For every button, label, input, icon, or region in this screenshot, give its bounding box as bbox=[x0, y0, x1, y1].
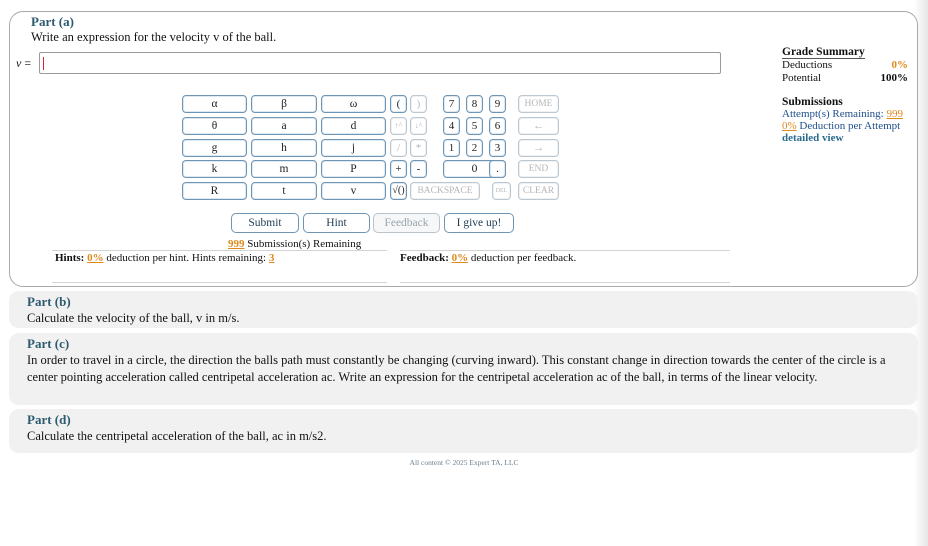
key-7[interactable]: 7 bbox=[443, 95, 460, 113]
key-minus[interactable]: - bbox=[410, 160, 427, 178]
key-sqrt[interactable]: √() bbox=[390, 182, 407, 200]
key-k[interactable]: k bbox=[182, 160, 247, 178]
hints-text: deduction per hint. Hints remaining: bbox=[103, 252, 269, 264]
key-a[interactable]: a bbox=[251, 117, 317, 135]
part-c-title: Part (c) bbox=[27, 336, 70, 351]
part-c-text: In order to travel in a circle, the dire… bbox=[27, 353, 886, 384]
key-4[interactable]: 4 bbox=[443, 117, 460, 135]
feedback-label: Feedback: bbox=[400, 252, 449, 264]
part-d-text: Calculate the centripetal acceleration o… bbox=[27, 429, 327, 443]
feedback-text: deduction per feedback. bbox=[468, 252, 577, 264]
part-d-panel[interactable]: Part (d) Calculate the centripetal accel… bbox=[9, 409, 918, 453]
feedback-info: Feedback: 0% deduction per feedback. bbox=[400, 252, 576, 264]
hints-remaining: 3 bbox=[268, 252, 275, 264]
key-left-arrow[interactable]: ← bbox=[518, 117, 559, 135]
grade-summary-title: Grade Summary bbox=[782, 46, 865, 59]
key-1[interactable]: 1 bbox=[443, 139, 460, 157]
divider bbox=[400, 250, 730, 251]
footer-copyright: All content © 2025 Expert TA, LLC bbox=[409, 458, 519, 467]
key-alpha[interactable]: α bbox=[182, 95, 247, 113]
answer-equals: = bbox=[21, 56, 32, 70]
hints-info: Hints: 0% deduction per hint. Hints rema… bbox=[55, 252, 274, 264]
part-a-title: Part (a) bbox=[31, 14, 74, 29]
key-2[interactable]: 2 bbox=[466, 139, 483, 157]
hint-button[interactable]: Hint bbox=[303, 213, 370, 233]
grade-summary: Grade Summary Deductions 0% Potential 100% bbox=[782, 46, 908, 85]
part-b-title: Part (b) bbox=[27, 294, 71, 309]
feedback-deduction: 0% bbox=[451, 252, 469, 264]
answer-label: v = bbox=[16, 56, 31, 71]
deductions-label: Deductions bbox=[782, 59, 833, 71]
submissions-remaining: 999 Submission(s) Remaining bbox=[228, 238, 361, 250]
submit-button[interactable]: Submit bbox=[231, 213, 299, 233]
key-clear[interactable]: CLEAR bbox=[518, 182, 559, 200]
key-delete[interactable]: DEL bbox=[492, 182, 511, 200]
part-b-panel[interactable]: Part (b) Calculate the velocity of the b… bbox=[9, 291, 918, 328]
key-m[interactable]: m bbox=[251, 160, 317, 178]
key-open-paren[interactable]: ( bbox=[390, 95, 407, 113]
hints-label: Hints: bbox=[55, 252, 85, 264]
key-multiply[interactable]: * bbox=[410, 139, 427, 157]
key-subscript[interactable]: ↓^ bbox=[410, 117, 427, 135]
answer-input[interactable] bbox=[39, 52, 721, 74]
key-5[interactable]: 5 bbox=[466, 117, 483, 135]
submissions-info: Submissions Attempt(s) Remaining: 999 0%… bbox=[782, 96, 912, 144]
attempts-value: 999 bbox=[886, 108, 903, 120]
hints-deduction: 0% bbox=[87, 252, 104, 264]
part-a-prompt: Write an expression for the velocity v o… bbox=[31, 30, 277, 44]
deduction-per-attempt-label: Deduction per Attempt bbox=[799, 120, 901, 132]
key-plus[interactable]: + bbox=[390, 160, 407, 178]
key-superscript[interactable]: ↑^ bbox=[390, 117, 407, 135]
potential-label: Potential bbox=[782, 72, 822, 84]
text-caret bbox=[43, 57, 44, 70]
key-v[interactable]: v bbox=[321, 182, 386, 200]
key-home[interactable]: HOME bbox=[518, 95, 559, 113]
divider bbox=[400, 282, 730, 283]
divider bbox=[52, 282, 387, 283]
part-d-title: Part (d) bbox=[27, 412, 71, 427]
potential-value: 100% bbox=[880, 72, 909, 84]
key-decimal[interactable]: . bbox=[489, 160, 506, 178]
key-R[interactable]: R bbox=[182, 182, 247, 200]
key-backspace[interactable]: BACKSPACE bbox=[410, 182, 480, 200]
key-3[interactable]: 3 bbox=[489, 139, 506, 157]
key-d[interactable]: d bbox=[321, 117, 386, 135]
key-g[interactable]: g bbox=[182, 139, 247, 157]
key-beta[interactable]: β bbox=[251, 95, 317, 113]
key-P[interactable]: P bbox=[321, 160, 386, 178]
key-end[interactable]: END bbox=[518, 160, 559, 178]
deductions-value: 0% bbox=[891, 59, 909, 71]
key-8[interactable]: 8 bbox=[466, 95, 483, 113]
key-h[interactable]: h bbox=[251, 139, 317, 157]
give-up-button[interactable]: I give up! bbox=[444, 213, 514, 233]
key-9[interactable]: 9 bbox=[489, 95, 506, 113]
key-close-paren[interactable]: ) bbox=[410, 95, 427, 113]
detailed-view-link[interactable]: detailed view bbox=[782, 132, 912, 144]
key-right-arrow[interactable]: → bbox=[518, 139, 559, 157]
key-j[interactable]: j bbox=[321, 139, 386, 157]
key-theta[interactable]: θ bbox=[182, 117, 247, 135]
attempts-label: Attempt(s) Remaining: bbox=[782, 108, 884, 120]
deduction-per-attempt-value: 0% bbox=[782, 120, 797, 132]
part-a-panel: Part (a) Write an expression for the vel… bbox=[9, 11, 918, 287]
submissions-title: Submissions bbox=[782, 96, 843, 108]
submissions-remaining-text: Submission(s) Remaining bbox=[244, 238, 362, 250]
part-b-text: Calculate the velocity of the ball, v in… bbox=[27, 311, 240, 325]
key-6[interactable]: 6 bbox=[489, 117, 506, 135]
key-t[interactable]: t bbox=[251, 182, 317, 200]
submissions-remaining-count: 999 bbox=[228, 238, 245, 250]
key-omega[interactable]: ω bbox=[321, 95, 386, 113]
part-c-panel[interactable]: Part (c) In order to travel in a circle,… bbox=[9, 333, 918, 405]
feedback-button[interactable]: Feedback bbox=[373, 213, 440, 233]
divider bbox=[52, 250, 387, 251]
key-divide[interactable]: / bbox=[390, 139, 407, 157]
